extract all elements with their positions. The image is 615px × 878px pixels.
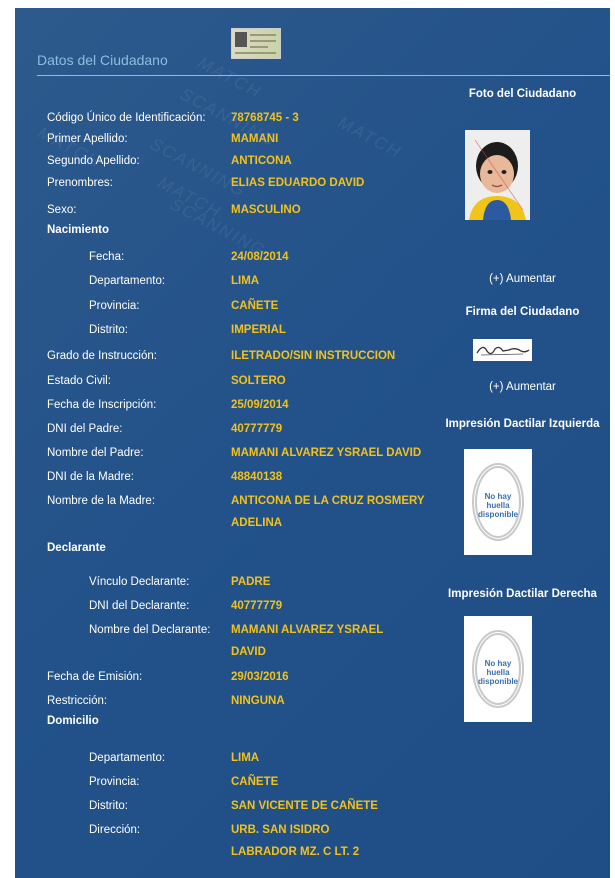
citizen-photo[interactable] [465,130,530,220]
field-value: ANTICONA DE LA CRUZ ROSMERY [231,495,425,507]
watermark-text: MATCH [334,112,405,163]
no-huella-line: huella [486,501,510,510]
huella-derecha-title: Impresión Dactilar Derecha [448,588,597,600]
field-label: Provincia: [89,776,140,788]
field-value: MAMANI ALVAREZ YSRAEL [231,624,384,636]
huella-izquierda-title: Impresión Dactilar Izquierda [445,418,600,430]
field-value: IMPERIAL [231,324,286,336]
section-title: Datos del Ciudadano [37,52,168,68]
field-label: Nombre de la Madre: [47,495,156,507]
field-value: ANTICONA [231,155,292,167]
field-label: Prenombres: [47,177,113,189]
no-huella-line: No hay [484,659,512,668]
field-label: Código Único de Identificación: [47,112,206,124]
field-value: SAN VICENTE DE CAÑETE [231,800,378,812]
field-value: 48840138 [231,471,283,483]
field-value: 78768745 - 3 [231,112,299,124]
field-value: MAMANI [231,133,279,145]
firma-aumentar-link[interactable]: (+) Aumentar [435,381,610,393]
no-huella-line: No hay [484,492,512,501]
field-value: 40777779 [231,600,283,612]
card-line [250,40,276,42]
field-label: Grado de Instrucción: [47,350,157,362]
foto-title: Foto del Ciudadano [468,88,577,100]
foto-aumentar-link[interactable]: (+) Aumentar [435,273,610,285]
field-label: Primer Apellido: [47,133,128,145]
field-value: 29/03/2016 [231,671,289,683]
field-label: Distrito: [89,324,128,336]
nacimiento-heading: Nacimiento [47,224,109,236]
card-photo-icon [235,32,247,47]
field-value: 25/09/2014 [231,399,289,411]
field-value: MASCULINO [231,204,301,216]
field-value: DAVID [231,646,266,658]
field-value: MAMANI ALVAREZ YSRAEL DAVID [231,447,422,459]
header-divider [37,75,610,76]
card-line [250,46,268,48]
field-value: URB. SAN ISIDRO [231,824,330,836]
no-huella-line: huella [486,668,510,677]
field-value: LIMA [231,752,260,764]
field-label: Nombre del Declarante: [89,624,211,636]
field-label: Provincia: [89,300,140,312]
field-label: Fecha de Emisión: [47,671,143,683]
field-value: LIMA [231,275,260,287]
field-label: Dirección: [89,824,141,836]
field-label: DNI de la Madre: [47,471,134,483]
card-line [235,52,276,54]
no-huella-text: No hay huella disponible [464,659,532,686]
no-huella-line: disponible [478,510,518,519]
no-huella-line: disponible [478,677,518,686]
field-label: Departamento: [89,752,166,764]
field-value: LABRADOR MZ. C LT. 2 [231,846,360,858]
field-value: SOLTERO [231,375,286,387]
field-label: Estado Civil: [47,375,111,387]
field-label: Segundo Apellido: [47,155,140,167]
field-label: Fecha de Inscripción: [47,399,157,411]
declarante-heading: Declarante [47,542,106,554]
fingerprint-right[interactable]: No hay huella disponible [464,616,532,722]
fingerprint-left[interactable]: No hay huella disponible [464,449,532,555]
no-huella-text: No hay huella disponible [464,492,532,519]
field-value: NINGUNA [231,695,285,707]
domicilio-heading: Domicilio [47,715,99,727]
field-value: ELIAS EDUARDO DAVID [231,177,365,189]
card-line [250,34,276,36]
field-label: Fecha: [89,251,125,263]
field-label: Sexo: [47,204,77,216]
field-value: 40777779 [231,423,283,435]
field-label: Vínculo Declarante: [89,576,190,588]
field-value: 24/08/2014 [231,251,289,263]
field-label: Departamento: [89,275,166,287]
field-value: ILETRADO/SIN INSTRUCCION [231,350,396,362]
field-label: Restricción: [47,695,108,707]
child-portrait-icon [465,130,530,220]
field-label: Distrito: [89,800,128,812]
dni-card-thumbnail[interactable] [231,28,281,59]
field-value: CAÑETE [231,776,279,788]
firma-title: Firma del Ciudadano [465,306,580,318]
field-label: DNI del Declarante: [89,600,190,612]
field-value: ADELINA [231,517,283,529]
signature-scribble-icon [476,346,530,356]
citizen-panel: MATCH SCANNING MATCH SCANNING MATCH SCAN… [15,8,610,878]
field-label: Nombre del Padre: [47,447,144,459]
signature-image[interactable] [473,339,532,361]
field-value: PADRE [231,576,271,588]
field-label: DNI del Padre: [47,423,123,435]
field-value: CAÑETE [231,300,279,312]
